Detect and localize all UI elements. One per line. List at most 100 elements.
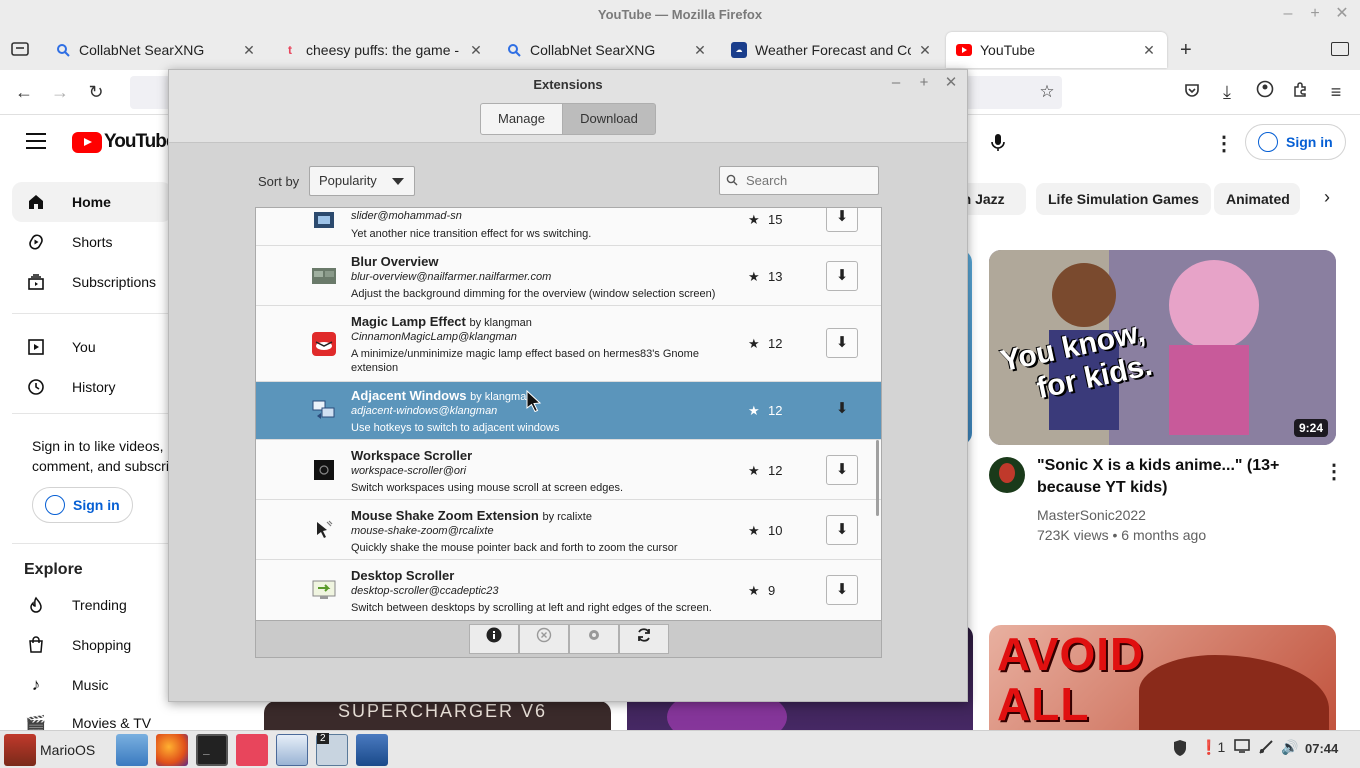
signin-prompt-line1: Sign in to like videos, bbox=[32, 438, 164, 454]
refresh-button[interactable] bbox=[619, 624, 669, 654]
info-button[interactable] bbox=[469, 624, 519, 654]
dialog-minimize-button[interactable]: – bbox=[887, 74, 905, 92]
header-sign-in-button[interactable]: Sign in bbox=[1245, 124, 1346, 160]
info-icon bbox=[486, 627, 502, 643]
sidebar-item-shopping[interactable]: Shopping bbox=[12, 625, 172, 665]
network-icon[interactable] bbox=[1258, 739, 1274, 758]
app-launcher-icon[interactable] bbox=[236, 734, 268, 766]
video-title[interactable]: "Sonic X is a kids anime..." (13+ becaus… bbox=[1037, 455, 1307, 499]
download-button[interactable]: ⬇ bbox=[826, 455, 858, 485]
firefox-view-icon[interactable] bbox=[10, 40, 30, 58]
new-tab-button[interactable]: + bbox=[1180, 39, 1192, 62]
hamburger-menu-icon[interactable] bbox=[26, 133, 46, 149]
download-button[interactable]: ⬇ bbox=[826, 328, 858, 358]
sidebar-item-movies[interactable]: 🎬 Movies & TV bbox=[12, 705, 172, 730]
microphone-icon[interactable] bbox=[987, 131, 1009, 153]
video-menu-icon[interactable]: ⋮ bbox=[1324, 459, 1344, 484]
extensions-dialog: Extensions – + ✕ Manage Download Sort by… bbox=[168, 69, 968, 702]
sidebar-item-home[interactable]: Home bbox=[12, 182, 172, 222]
extension-row[interactable]: slider@mohammad-sn Yet another nice tran… bbox=[256, 208, 881, 246]
forward-icon[interactable]: → bbox=[48, 80, 72, 104]
sidebar-sign-in-button[interactable]: Sign in bbox=[32, 487, 133, 523]
close-tab-icon[interactable]: ✕ bbox=[692, 42, 708, 59]
notifications-icon[interactable]: ❗1 bbox=[1200, 739, 1225, 756]
shorts-icon bbox=[26, 232, 46, 252]
configure-button[interactable] bbox=[569, 624, 619, 654]
minimize-button[interactable]: – bbox=[1278, 4, 1298, 24]
display-icon[interactable] bbox=[1234, 739, 1250, 756]
sidebar-divider bbox=[12, 313, 168, 314]
tab-weather[interactable]: ☁ Weather Forecast and Condi ✕ bbox=[721, 32, 943, 68]
sidebar-item-you[interactable]: You bbox=[12, 327, 172, 367]
close-tab-icon[interactable]: ✕ bbox=[1141, 42, 1157, 59]
tab-searxng-2[interactable]: CollabNet SearXNG ✕ bbox=[496, 32, 718, 68]
close-tab-icon[interactable]: ✕ bbox=[468, 42, 484, 59]
search-icon bbox=[726, 174, 738, 186]
channel-name[interactable]: MasterSonic2022 bbox=[1037, 507, 1146, 523]
firefox-icon[interactable] bbox=[156, 734, 188, 766]
extension-row[interactable]: Magic Lamp Effect by klangman CinnamonMa… bbox=[256, 306, 881, 382]
chip-animated[interactable]: Animated bbox=[1214, 183, 1300, 215]
window-list-icon[interactable] bbox=[276, 734, 308, 766]
blur-overview-icon bbox=[312, 264, 336, 288]
download-button[interactable]: ⬇ bbox=[826, 575, 858, 605]
sidebar-item-shorts[interactable]: Shorts bbox=[12, 222, 172, 262]
reload-icon[interactable]: ↻ bbox=[84, 80, 108, 104]
shield-icon[interactable] bbox=[1172, 739, 1188, 760]
dialog-close-button[interactable]: ✕ bbox=[942, 74, 960, 92]
extensions-settings-icon[interactable]: 2 bbox=[316, 733, 348, 766]
menu-avatar-icon[interactable] bbox=[4, 734, 36, 766]
bookmark-star-icon[interactable]: ☆ bbox=[1035, 80, 1059, 104]
sidebar-item-subscriptions[interactable]: Subscriptions bbox=[12, 262, 172, 302]
movies-icon: 🎬 bbox=[25, 715, 47, 730]
chip-life-simulation-games[interactable]: Life Simulation Games bbox=[1036, 183, 1211, 215]
maximize-button[interactable]: + bbox=[1305, 4, 1325, 24]
tab-youtube[interactable]: YouTube ✕ bbox=[946, 32, 1167, 68]
extension-row[interactable]: Blur Overview blur-overview@nailfarmer.n… bbox=[256, 246, 881, 306]
downloads-icon[interactable]: ⤓ bbox=[1215, 80, 1239, 104]
clock[interactable]: 07:44 bbox=[1305, 741, 1338, 756]
extensions-list[interactable]: slider@mohammad-sn Yet another nice tran… bbox=[255, 207, 882, 621]
chevron-right-icon[interactable]: › bbox=[1324, 187, 1330, 208]
close-tab-icon[interactable]: ✕ bbox=[917, 42, 933, 59]
download-button[interactable]: ⬇ bbox=[826, 261, 858, 291]
extension-row[interactable]: Desktop Scroller desktop-scroller@ccadep… bbox=[256, 560, 881, 620]
dialog-maximize-button[interactable]: + bbox=[915, 74, 933, 92]
tab-download[interactable]: Download bbox=[562, 103, 656, 135]
settings-kebab-icon[interactable]: ⋮ bbox=[1214, 131, 1234, 156]
tab-tumblr[interactable]: t cheesy puffs: the game - Tur ✕ bbox=[272, 32, 494, 68]
download-button[interactable]: ⬇ bbox=[826, 515, 858, 545]
sidebar-item-history[interactable]: History bbox=[12, 367, 172, 407]
uninstall-button[interactable] bbox=[519, 624, 569, 654]
youtube-logo[interactable]: YouTube bbox=[72, 131, 176, 153]
sidebar-item-trending[interactable]: Trending bbox=[12, 585, 172, 625]
app-menu-icon[interactable]: ≡ bbox=[1324, 80, 1348, 104]
pocket-icon[interactable] bbox=[1180, 80, 1204, 104]
remove-circle-icon bbox=[536, 627, 552, 643]
sidebar-item-music[interactable]: ♪ Music bbox=[12, 665, 172, 705]
extensions-puzzle-icon[interactable] bbox=[1288, 80, 1312, 104]
close-window-button[interactable]: ✕ bbox=[1332, 4, 1352, 24]
text-editor-icon[interactable] bbox=[356, 734, 388, 766]
file-manager-icon[interactable] bbox=[116, 734, 148, 766]
account-icon[interactable] bbox=[1253, 80, 1277, 104]
video-thumbnail[interactable]: You know, for kids. 9:24 bbox=[989, 250, 1336, 445]
terminal-icon[interactable]: _ bbox=[196, 734, 228, 766]
channel-avatar[interactable] bbox=[989, 457, 1025, 493]
extension-row-selected[interactable]: Adjacent Windows by klangman adjacent-wi… bbox=[256, 382, 881, 440]
download-button[interactable]: ⬇ bbox=[826, 208, 858, 232]
video-thumbnail-4[interactable]: AVOID ALL bbox=[989, 625, 1336, 745]
list-scrollbar[interactable] bbox=[876, 440, 879, 516]
extension-row[interactable]: Workspace Scroller workspace-scroller@or… bbox=[256, 440, 881, 500]
tab-manage[interactable]: Manage bbox=[480, 103, 563, 135]
tab-list-icon[interactable] bbox=[1331, 42, 1349, 56]
search-input[interactable] bbox=[719, 166, 879, 195]
tab-searxng-1[interactable]: CollabNet SearXNG ✕ bbox=[45, 32, 267, 68]
start-menu-label[interactable]: MarioOS bbox=[40, 742, 95, 758]
extension-row[interactable]: Mouse Shake Zoom Extension by rcalixte m… bbox=[256, 500, 881, 560]
download-button[interactable]: ⬇ bbox=[826, 395, 858, 425]
volume-icon[interactable]: 🔊 bbox=[1281, 739, 1298, 756]
close-tab-icon[interactable]: ✕ bbox=[241, 42, 257, 59]
back-icon[interactable]: ← bbox=[12, 80, 36, 104]
sort-dropdown[interactable]: Popularity bbox=[309, 166, 415, 196]
